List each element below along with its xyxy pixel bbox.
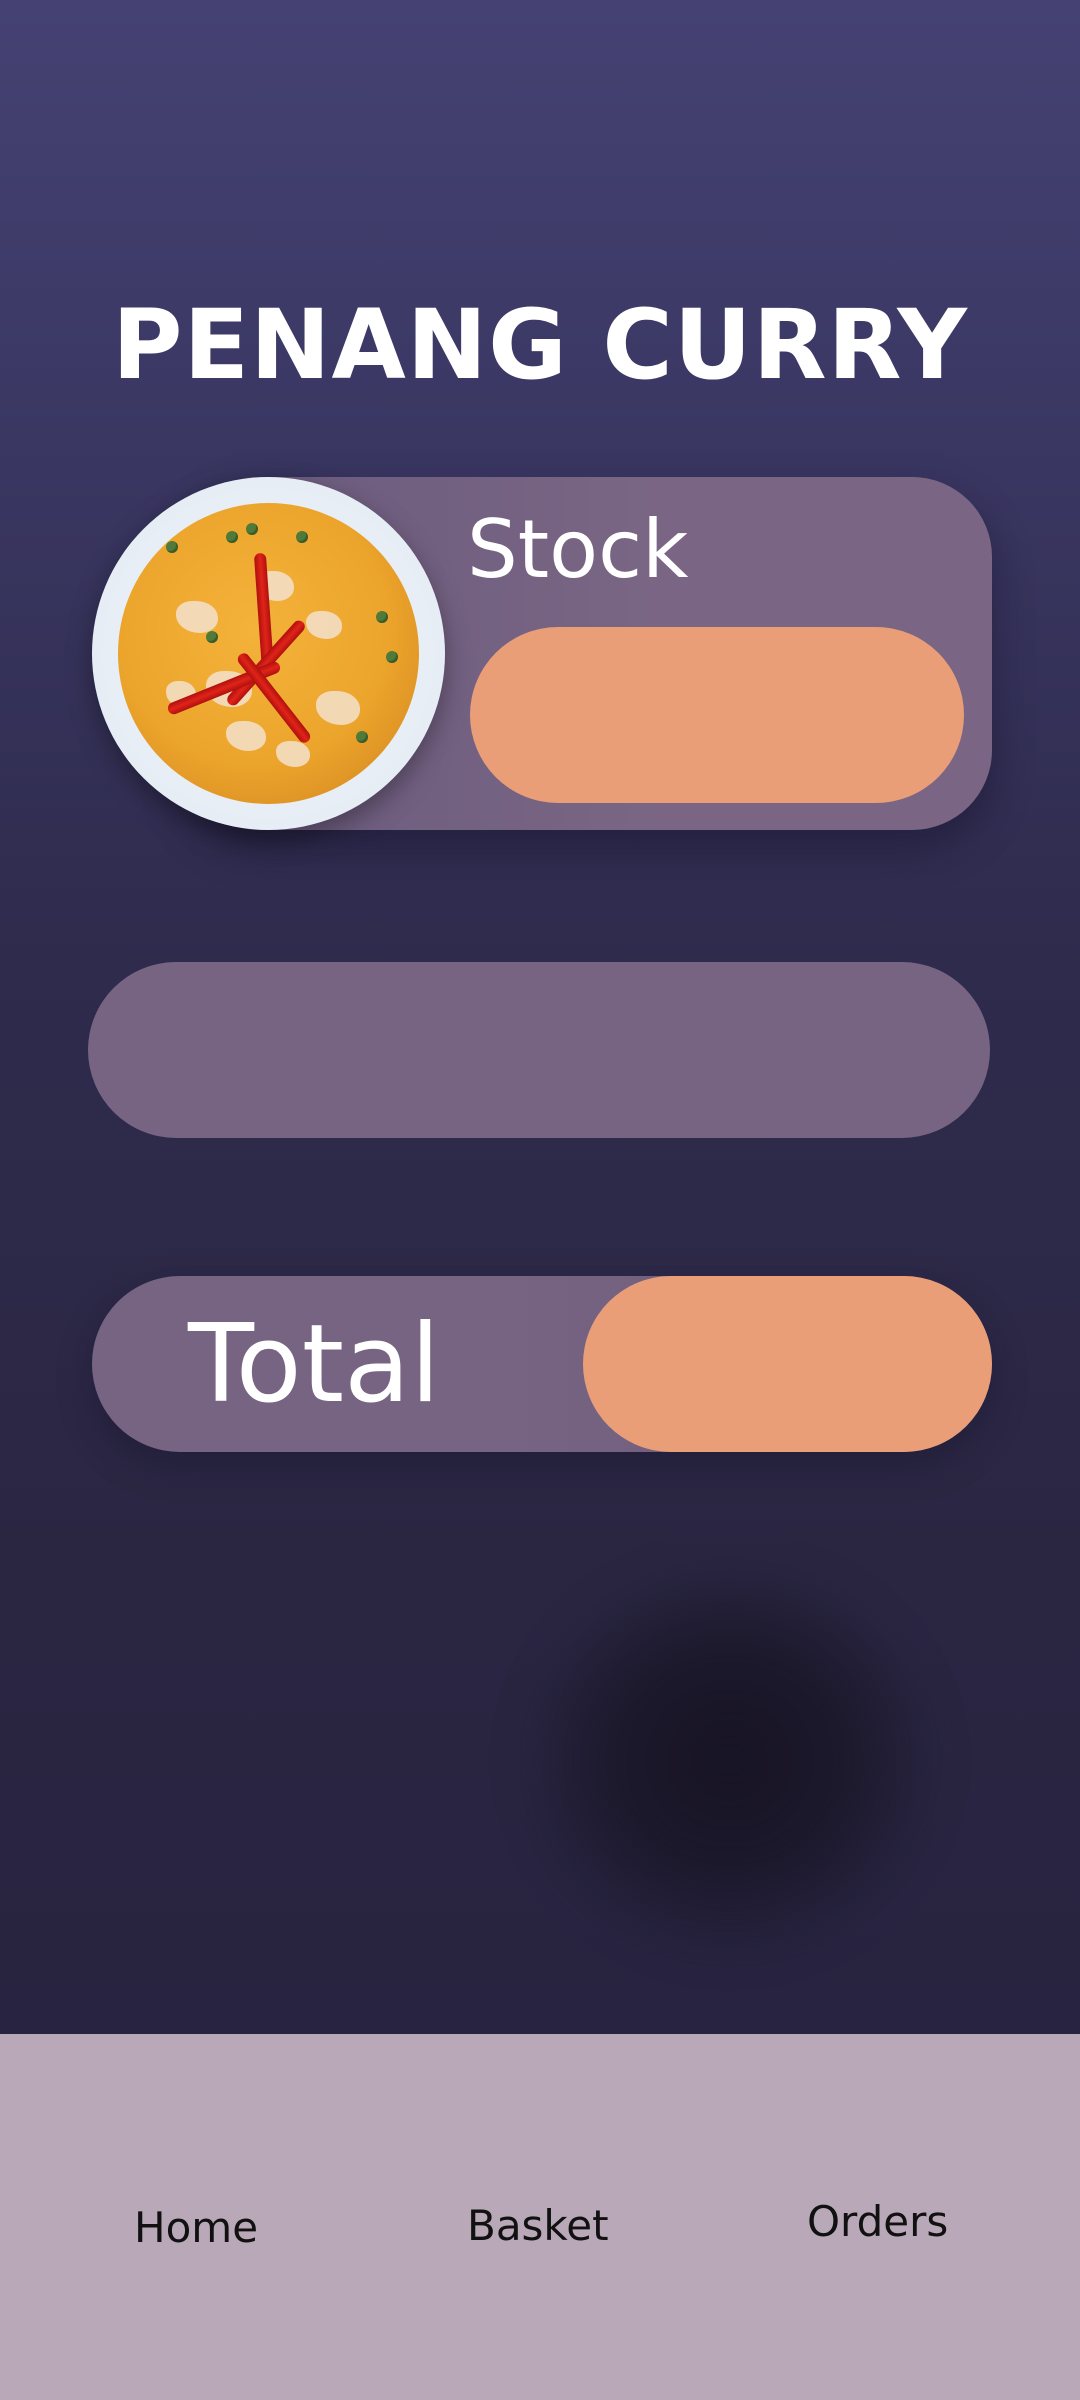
nav-home[interactable]: Home — [134, 2203, 258, 2253]
stock-label: Stock — [467, 503, 689, 596]
pea — [386, 651, 398, 663]
chicken-piece — [176, 601, 218, 633]
quantity-field[interactable] — [88, 962, 990, 1138]
total-value-field[interactable] — [583, 1276, 992, 1452]
pea — [296, 531, 308, 543]
pea — [246, 523, 258, 535]
pea — [376, 611, 388, 623]
total-label: Total — [188, 1302, 441, 1427]
pea — [356, 731, 368, 743]
chicken-piece — [226, 721, 266, 751]
chicken-piece — [316, 691, 360, 725]
stock-value-field[interactable] — [470, 627, 964, 803]
chicken-piece — [306, 611, 342, 639]
pea — [226, 531, 238, 543]
curry-bowl-image — [92, 477, 445, 830]
pea — [206, 631, 218, 643]
chicken-piece — [276, 741, 310, 767]
pea — [166, 541, 178, 553]
curry-food — [118, 503, 419, 804]
nav-orders[interactable]: Orders — [807, 2197, 948, 2247]
nav-basket[interactable]: Basket — [467, 2201, 609, 2251]
background-shadow-blob — [520, 1560, 940, 1960]
page-title: PENANG CURRY — [112, 289, 968, 401]
